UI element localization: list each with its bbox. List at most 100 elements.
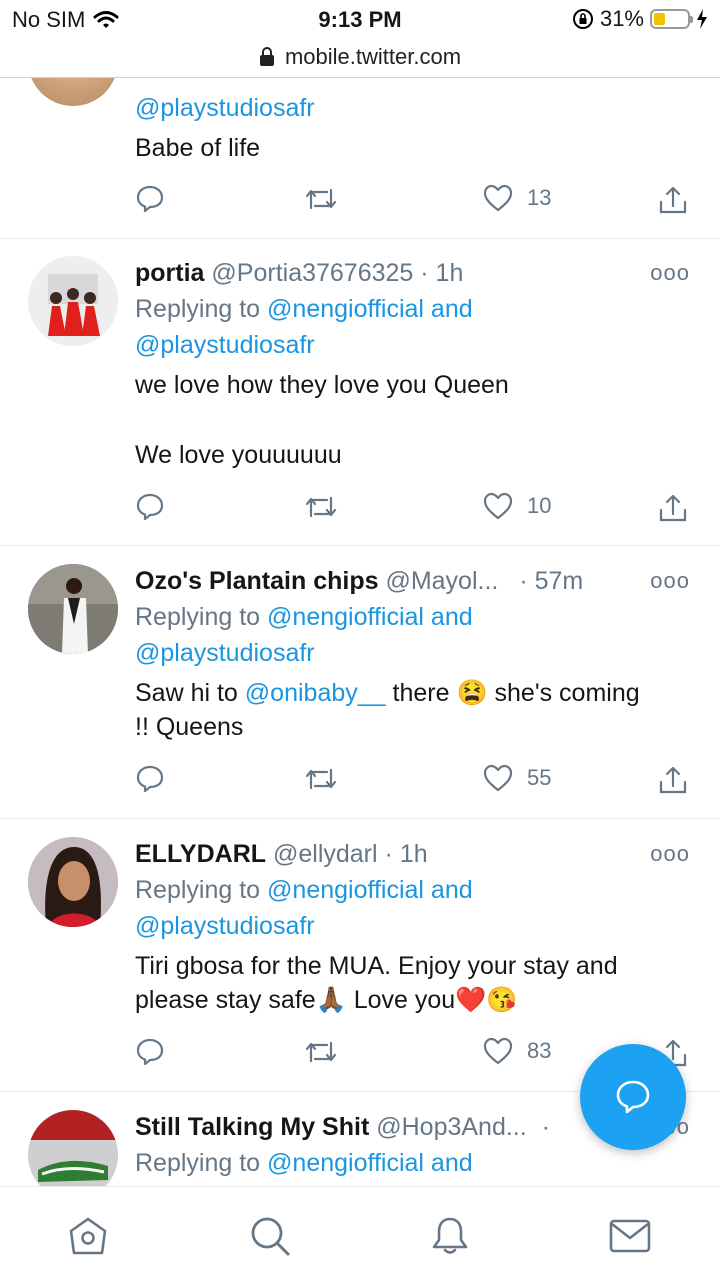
retweet-icon — [305, 188, 337, 210]
tweet[interactable]: Ozo's Plantain chips @Mayol... · 57m ooo… — [0, 546, 720, 819]
retweet-icon — [305, 768, 337, 790]
user-handle[interactable]: @ellydarl — [273, 840, 378, 868]
retweet-icon — [305, 1041, 337, 1063]
tweet-text: We love youuuuuu — [135, 441, 342, 469]
avatar-image — [28, 1110, 118, 1186]
share-icon — [659, 766, 687, 794]
tweet-feed[interactable]: @playstudiosafr Babe of life 13 portia @… — [0, 78, 720, 1186]
tab-home[interactable] — [66, 1215, 110, 1262]
more-options-icon[interactable]: ooo — [650, 563, 690, 599]
rotation-lock-icon — [572, 9, 593, 29]
avatar-image — [28, 256, 118, 346]
compose-icon — [616, 1080, 650, 1114]
reply-button[interactable] — [135, 1037, 165, 1067]
display-name[interactable]: portia — [135, 259, 204, 287]
status-bar: No SIM 9:13 PM 31% — [0, 0, 720, 38]
like-icon — [483, 1037, 513, 1065]
bottom-tab-bar — [0, 1186, 720, 1281]
tweet-text: Babe of life — [135, 134, 261, 162]
like-count: 83 — [527, 1038, 552, 1063]
tab-search[interactable] — [248, 1215, 292, 1262]
charging-icon — [697, 9, 707, 29]
tweet[interactable]: portia @Portia37676325 · 1h ooo Replying… — [0, 238, 720, 546]
tweet-time[interactable]: · 1h — [420, 259, 463, 287]
tweet-text: Saw hi to — [135, 679, 238, 707]
reply-button[interactable] — [135, 492, 165, 522]
tweet-time[interactable]: · 1h — [385, 840, 428, 868]
replying-to-label: Replying to — [135, 876, 261, 904]
tweet-time[interactable]: · 57m — [519, 567, 583, 595]
replying-to-label: Replying to — [135, 295, 261, 323]
battery-percent: 31% — [599, 6, 644, 31]
reply-mention[interactable]: @nengiofficial and — [267, 1149, 473, 1177]
retweet-button[interactable] — [303, 184, 339, 214]
share-button[interactable] — [657, 184, 689, 216]
text-mention[interactable]: @onibaby__ — [245, 679, 386, 707]
retweet-button[interactable] — [303, 764, 339, 794]
compose-button[interactable] — [580, 1044, 686, 1150]
reply-mention[interactable]: @nengiofficial and — [267, 876, 473, 904]
avatar[interactable] — [28, 78, 118, 106]
avatar-image — [28, 837, 118, 927]
replying-to-label: Replying to — [135, 603, 261, 631]
retweet-icon — [305, 496, 337, 518]
reply-mention[interactable]: @playstudiosafr — [135, 635, 696, 671]
lock-icon — [259, 47, 274, 66]
tab-messages[interactable] — [608, 1215, 652, 1262]
reply-mention[interactable]: @nengiofficial and — [267, 295, 473, 323]
like-icon — [483, 764, 513, 792]
display-name[interactable]: Still Talking My Shit — [135, 1113, 369, 1141]
replying-to-label: Replying to — [135, 1149, 261, 1177]
like-button[interactable]: 55 — [483, 764, 551, 792]
display-name[interactable]: Ozo's Plantain chips — [135, 567, 379, 595]
url-text: mobile.twitter.com — [284, 44, 462, 69]
tweet-text: please stay safe🙏🏾 Love you❤️😘 — [135, 986, 518, 1014]
user-handle[interactable]: @Mayol... — [385, 567, 498, 595]
avatar[interactable] — [28, 1110, 118, 1186]
more-options-icon[interactable]: ooo — [650, 255, 690, 291]
avatar[interactable] — [28, 837, 118, 927]
like-button[interactable]: 83 — [483, 1037, 551, 1065]
reply-icon — [136, 1038, 164, 1066]
tweet-actions: 10 — [135, 492, 695, 532]
like-icon — [483, 184, 513, 212]
user-handle[interactable]: @Portia37676325 — [211, 259, 413, 287]
share-icon — [659, 186, 687, 214]
share-button[interactable] — [657, 764, 689, 796]
avatar-image — [28, 564, 118, 654]
avatar[interactable] — [28, 256, 118, 346]
display-name[interactable]: ELLYDARL — [135, 840, 266, 868]
share-icon — [659, 494, 687, 522]
retweet-button[interactable] — [303, 1037, 339, 1067]
reply-mention[interactable]: @playstudiosafr — [135, 90, 696, 126]
tweet-actions: 13 — [135, 184, 695, 224]
tweet-partial[interactable]: @playstudiosafr Babe of life 13 — [0, 78, 720, 239]
retweet-button[interactable] — [303, 492, 339, 522]
notifications-icon — [432, 1217, 468, 1254]
more-options-icon[interactable]: ooo — [650, 836, 690, 872]
tweet-text: !! Queens — [135, 713, 244, 741]
like-button[interactable]: 13 — [483, 184, 551, 212]
reply-button[interactable] — [135, 184, 165, 214]
tweet-text: Tiri gbosa for the MUA. Enjoy your stay … — [135, 952, 618, 980]
search-icon — [251, 1217, 290, 1256]
tab-notifications[interactable] — [428, 1215, 472, 1262]
reply-mention[interactable]: @nengiofficial and — [267, 603, 473, 631]
tweet-text: there 😫 she's coming — [392, 679, 640, 707]
battery-icon — [650, 9, 693, 29]
reply-mention[interactable]: @playstudiosafr — [135, 327, 696, 363]
url-bar[interactable]: mobile.twitter.com — [0, 38, 720, 76]
reply-icon — [136, 765, 164, 793]
user-handle[interactable]: @Hop3And... — [376, 1113, 526, 1141]
tweet-text: we love how they love you Queen — [135, 371, 509, 399]
share-button[interactable] — [657, 492, 689, 524]
reply-button[interactable] — [135, 764, 165, 794]
like-count: 55 — [527, 765, 552, 790]
avatar[interactable] — [28, 564, 118, 654]
tweet-actions: 55 — [135, 764, 695, 804]
messages-icon — [609, 1219, 651, 1253]
home-icon — [69, 1217, 107, 1255]
tweet-time[interactable]: · — [542, 1113, 550, 1141]
like-button[interactable]: 10 — [483, 492, 551, 520]
reply-mention[interactable]: @playstudiosafr — [135, 908, 696, 944]
